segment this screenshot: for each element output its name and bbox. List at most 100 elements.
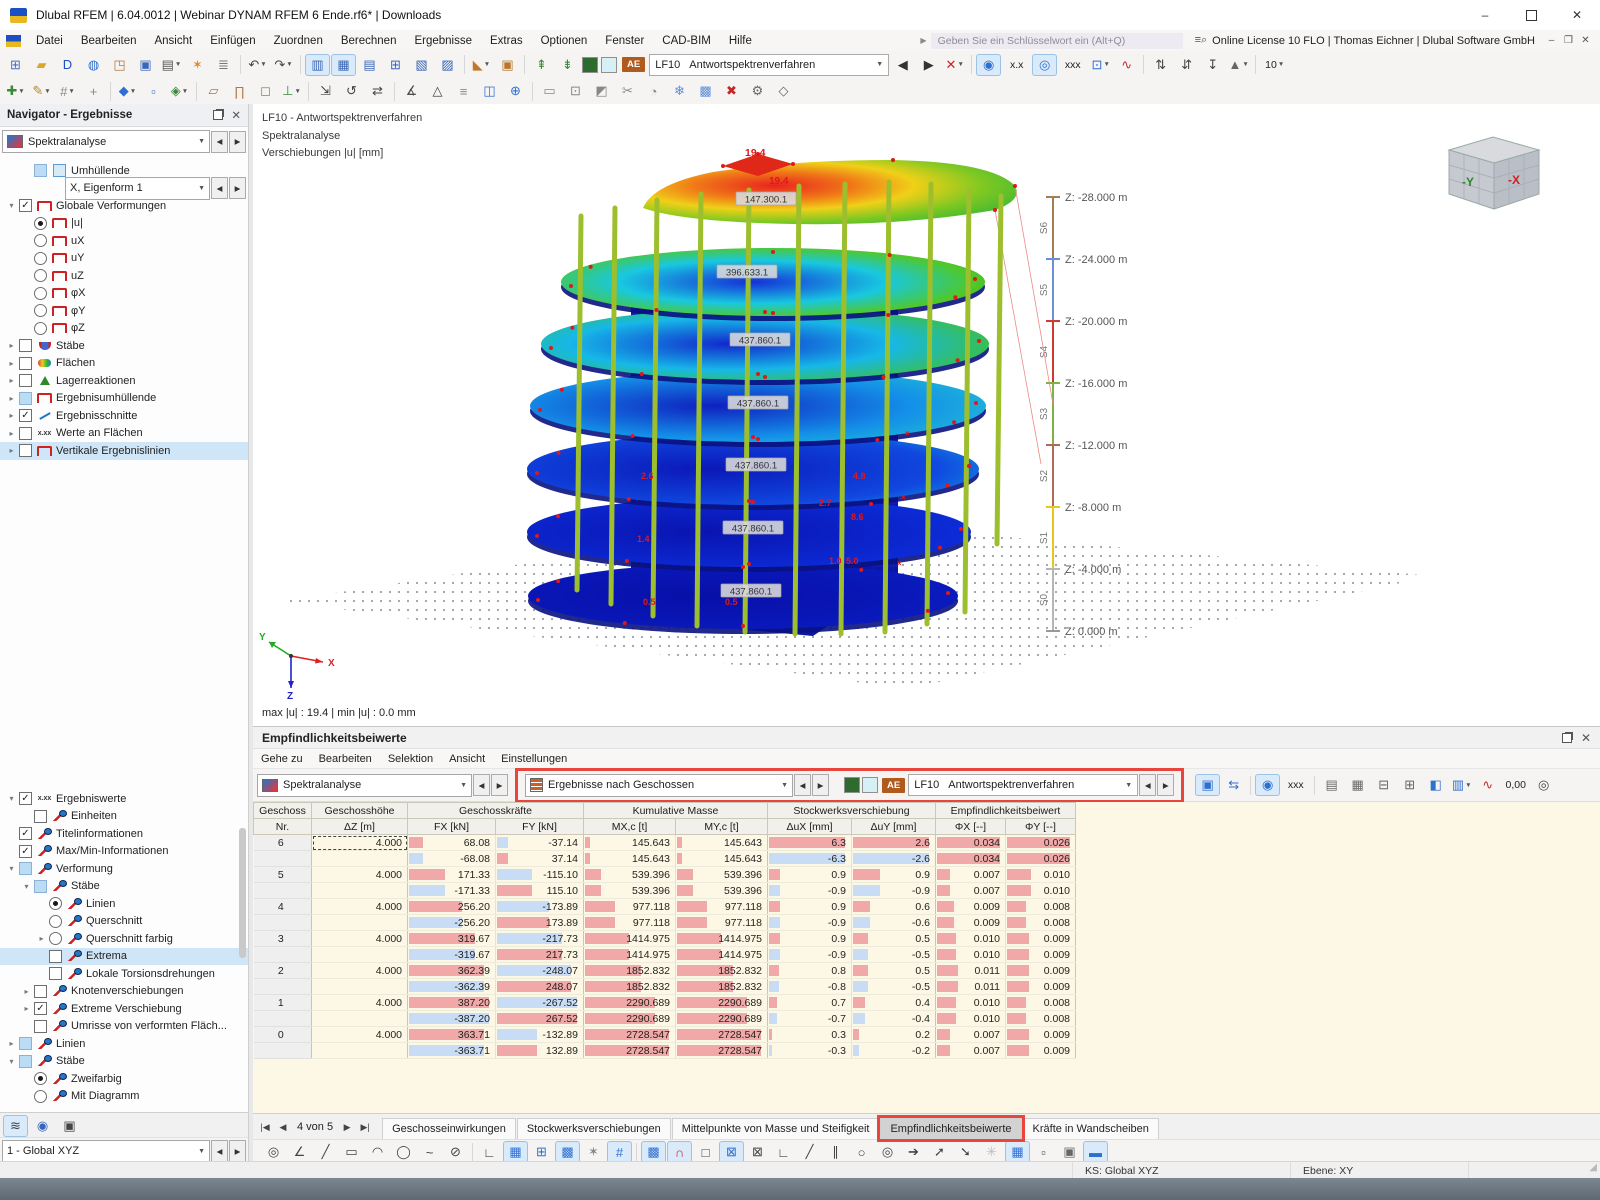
cell-value[interactable]: 2728.547	[584, 1027, 676, 1043]
cell-value[interactable]: 0.9	[768, 931, 852, 947]
table-row[interactable]: 54.000171.33-115.10539.396539.3960.90.90…	[254, 867, 1076, 883]
no-snap-button[interactable]: ⊘	[443, 1141, 468, 1163]
tree-item-stäbe[interactable]: ▾Stäbe	[0, 1053, 248, 1071]
cell-value[interactable]: -115.10	[496, 867, 584, 883]
model-viewport[interactable]: Z: -28.000 mS6Z: -24.000 mS5Z: -20.000 m…	[253, 104, 1600, 700]
cell-story-height[interactable]	[312, 1011, 408, 1027]
cell-value[interactable]: -362.39	[408, 979, 496, 995]
eigenform-prev-button[interactable]: ◀	[211, 177, 228, 199]
cell-value[interactable]: -0.5	[852, 947, 936, 963]
cell-value[interactable]: 539.396	[676, 883, 768, 899]
cell-story-height[interactable]: 4.000	[312, 867, 408, 883]
cell-story-nr[interactable]	[254, 915, 312, 931]
cell-value[interactable]: 2290.689	[676, 995, 768, 1011]
cell-value[interactable]: 1414.975	[584, 947, 676, 963]
cell-value[interactable]: 217.73	[496, 947, 584, 963]
checkbox-extrema[interactable]	[49, 950, 62, 963]
menu-bearbeiten[interactable]: Bearbeiten	[72, 35, 146, 47]
cell-value[interactable]: 2290.689	[584, 995, 676, 1011]
checkbox-umrisse-von-verformten-fläch-[interactable]	[34, 1020, 47, 1033]
cell-value[interactable]: -132.89	[496, 1027, 584, 1043]
expander-icon[interactable]: ▾	[19, 882, 34, 891]
cell-value[interactable]: 0.008	[1006, 1011, 1076, 1027]
cell-value[interactable]: 145.643	[676, 851, 768, 867]
panel-menu-selektion[interactable]: Selektion	[380, 753, 441, 765]
wireframe-mode-button[interactable]: ❄	[667, 80, 692, 102]
guidelines-button[interactable]: +	[81, 80, 106, 102]
sort-ascending-button[interactable]: ⇅	[1148, 54, 1173, 76]
cell-value[interactable]: -0.9	[768, 947, 852, 963]
undo-button[interactable]: ↶▼	[245, 54, 270, 76]
navigation-cube[interactable]: -Y -X	[1449, 137, 1539, 209]
cell-story-height[interactable]: 4.000	[312, 963, 408, 979]
checkbox-stäbe[interactable]	[19, 1055, 32, 1068]
menu-datei[interactable]: Datei	[27, 35, 72, 47]
tree-item-globale-verformungen[interactable]: ▾✓Globale Verformungen	[0, 197, 248, 215]
cell-story-height[interactable]: 4.000	[312, 1027, 408, 1043]
cell-value[interactable]: -256.20	[408, 915, 496, 931]
cell-story-nr[interactable]: 1	[254, 995, 312, 1011]
show-deformation-button[interactable]: ◎	[1032, 54, 1057, 76]
checkbox-titelinformationen[interactable]: ✓	[19, 827, 32, 840]
expander-icon[interactable]: ▸	[4, 429, 19, 438]
work-plane-button[interactable]: ◫	[477, 80, 502, 102]
checkbox-lokale-torsionsdrehungen[interactable]	[49, 967, 62, 980]
nearest-snap-button[interactable]: ➔	[901, 1141, 926, 1163]
expander-icon[interactable]: ▸	[4, 1039, 19, 1048]
select-special-button[interactable]: ◆▼	[115, 80, 140, 102]
cell-value[interactable]: 0.009	[1006, 1027, 1076, 1043]
loads-display-button[interactable]: ⇞	[529, 54, 554, 76]
corner-snap-button[interactable]: □	[693, 1141, 718, 1163]
center-snap-button[interactable]: ◎	[875, 1141, 900, 1163]
cell-value[interactable]: -0.9	[852, 883, 936, 899]
tables-toggle-button[interactable]: ▦	[331, 54, 356, 76]
tree-item-umrisse-von-verformten-fläch-[interactable]: Umrisse von verformten Fläch...	[0, 1018, 248, 1036]
numbering-button[interactable]: ◈▼	[167, 80, 192, 102]
ortho-mode-button[interactable]: ∠	[287, 1141, 312, 1163]
tree-item-mit-diagramm[interactable]: Mit Diagramm	[0, 1088, 248, 1106]
settings-button[interactable]: ⚙	[745, 80, 770, 102]
cell-value[interactable]: -68.08	[408, 851, 496, 867]
cell-story-height[interactable]	[312, 883, 408, 899]
tree-item-x-eigenform-1[interactable]: X, Eigenform 1▼◀▶	[0, 180, 248, 198]
transparency-button[interactable]: ▩	[693, 80, 718, 102]
cell-value[interactable]: -171.33	[408, 883, 496, 899]
checkbox-ergebnisumhüllende[interactable]	[19, 392, 32, 405]
close-navigator-icon[interactable]: ✕	[231, 108, 241, 122]
cell-value[interactable]: 173.89	[496, 915, 584, 931]
grid-display-button[interactable]: ▦	[503, 1141, 528, 1163]
swatch-cyan-icon[interactable]	[601, 57, 617, 73]
tree-item-|u|[interactable]: |u|	[0, 215, 248, 233]
cell-value[interactable]: -0.2	[852, 1043, 936, 1059]
clipping-box-button[interactable]: ◩	[589, 80, 614, 102]
tab-empfindlichkeitsbeiwerte[interactable]: Empfindlichkeitsbeiwerte	[880, 1118, 1021, 1139]
mirror-button[interactable]: ⇄	[365, 80, 390, 102]
circle-mode-button[interactable]: ◯	[391, 1141, 416, 1163]
search-input[interactable]: Geben Sie ein Schlüsselwort ein (Alt+Q)	[931, 33, 1183, 49]
results-table[interactable]: GeschossGeschosshöheGeschosskräfteKumula…	[253, 802, 1076, 1059]
navigator-tab-views-button[interactable]: ▣	[57, 1115, 82, 1137]
tab-kräfte-in-wandscheiben[interactable]: Kräfte in Wandscheiben	[1023, 1118, 1159, 1139]
cell-value[interactable]: 977.118	[676, 899, 768, 915]
table-values-button[interactable]: ◉	[1255, 774, 1280, 796]
cell-value[interactable]: -0.4	[852, 1011, 936, 1027]
render-window-button[interactable]: ▣	[495, 54, 520, 76]
table-row[interactable]: 64.00068.08-37.14145.643145.6436.32.60.0…	[254, 835, 1076, 851]
expander-icon[interactable]: ▸	[4, 411, 19, 420]
cell-value[interactable]: 0.010	[1006, 867, 1076, 883]
panel-loadcase-combo[interactable]: LF10 Antwortspektrenverfahren ▼	[908, 774, 1138, 796]
cell-value[interactable]: 267.52	[496, 1011, 584, 1027]
loadcase-prev-button[interactable]: ◀	[890, 54, 915, 76]
panel-analysis-next[interactable]: ▶	[491, 774, 508, 796]
tree-item-ux[interactable]: uX	[0, 232, 248, 250]
menu-optionen[interactable]: Optionen	[532, 35, 597, 47]
tree-item-extreme-verschiebung[interactable]: ▸✓Extreme Verschiebung	[0, 1000, 248, 1018]
snap-raster-button[interactable]: #	[607, 1141, 632, 1163]
cell-value[interactable]: 2290.689	[676, 1011, 768, 1027]
cell-value[interactable]: -248.07	[496, 963, 584, 979]
tree-item-knotenverschiebungen[interactable]: ▸Knotenverschiebungen	[0, 983, 248, 1001]
fixed-columns-button[interactable]: ▥▼	[1449, 774, 1474, 796]
expander-icon[interactable]: ▾	[4, 201, 19, 210]
clipping-plane-button[interactable]: ✂	[615, 80, 640, 102]
radio--z[interactable]	[34, 322, 47, 335]
